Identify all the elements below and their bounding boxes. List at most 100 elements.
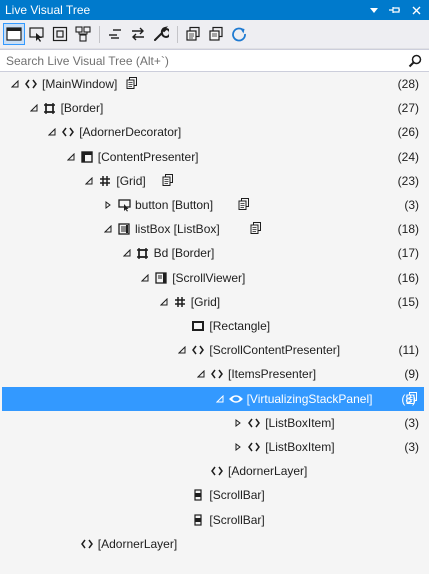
tree-row[interactable]: [Border] (27)	[0, 96, 429, 120]
descendant-count: (3)	[404, 416, 419, 430]
refresh-button[interactable]	[228, 23, 250, 45]
pin-icon[interactable]	[388, 3, 402, 17]
display-layout-adorners-icon	[29, 27, 44, 42]
grid-icon	[173, 295, 187, 309]
preview-selection-button[interactable]	[72, 23, 94, 45]
toggle-hierarchy-button[interactable]	[127, 23, 149, 45]
track-focus-button[interactable]	[49, 23, 71, 45]
tree-row-label: [ScrollBar]	[209, 513, 265, 527]
show-just-my-xaml-icon	[109, 29, 121, 39]
descendant-count: (3)	[404, 440, 419, 454]
show-in-xaml-icon	[186, 26, 200, 41]
expanded-triangle-icon[interactable]	[159, 297, 169, 307]
show-in-xaml-button[interactable]	[182, 23, 204, 45]
tree-row[interactable]: [ListBoxItem] (3)	[0, 411, 429, 435]
go-to-xaml-icon[interactable]	[126, 77, 138, 90]
scrollviewer-icon	[154, 271, 168, 285]
expanded-triangle-icon[interactable]	[103, 224, 113, 234]
expanded-triangle-icon[interactable]	[196, 369, 206, 379]
xaml-element-icon	[210, 464, 224, 478]
tree-row-label: listBox [ListBox]	[135, 222, 220, 236]
descendant-count: (11)	[398, 343, 419, 357]
tree-row[interactable]: [ScrollBar]	[0, 483, 429, 507]
expanded-triangle-icon[interactable]	[140, 273, 150, 283]
tree-row[interactable]: [ListBoxItem] (3)	[0, 435, 429, 459]
search-input[interactable]	[0, 50, 395, 71]
content-presenter-icon	[80, 150, 94, 164]
descendant-count: (18)	[397, 222, 419, 236]
collapsed-triangle-icon[interactable]	[103, 200, 113, 210]
stack-panel-icon	[228, 392, 243, 406]
tree-row[interactable]: button [Button] (3)	[0, 193, 429, 217]
expanded-triangle-icon[interactable]	[47, 127, 57, 137]
display-layout-adorners-button[interactable]	[26, 23, 48, 45]
select-element-button[interactable]	[3, 23, 25, 45]
descendant-count: (9)	[404, 367, 419, 381]
descendant-count: (28)	[397, 77, 419, 91]
descendant-count: (3)	[404, 198, 419, 212]
expanded-triangle-icon[interactable]	[66, 152, 76, 162]
toolbar-separator	[177, 25, 178, 43]
show-properties-button[interactable]	[205, 23, 227, 45]
tree-row-label: [Grid]	[116, 174, 146, 188]
tree-row-label: [Grid]	[190, 295, 221, 309]
tree-row-label: [VirtualizingStackPanel]	[246, 392, 373, 406]
tree-row[interactable]: [ScrollViewer] (16)	[0, 266, 429, 290]
scrollbar-icon	[191, 513, 205, 527]
xaml-element-icon	[191, 343, 205, 357]
tree-row[interactable]: [Rectangle]	[0, 314, 429, 338]
panel-titlebar: Live Visual Tree	[0, 0, 429, 20]
descendant-count: (27)	[397, 101, 419, 115]
tree-row-label: [ContentPresenter]	[97, 150, 199, 164]
tree-row-label: [MainWindow]	[42, 77, 118, 91]
descendant-count: (23)	[397, 174, 419, 188]
settings-wrench-button[interactable]	[150, 23, 172, 45]
expanded-triangle-icon[interactable]	[177, 345, 187, 355]
select-element-icon	[6, 27, 22, 41]
go-to-xaml-icon[interactable]	[162, 174, 174, 187]
go-to-xaml-icon[interactable]	[250, 222, 262, 235]
search-icon[interactable]	[407, 53, 423, 69]
go-to-xaml-icon[interactable]	[238, 198, 250, 211]
settings-wrench-icon	[154, 26, 169, 41]
toolbar	[0, 20, 429, 49]
xaml-element-icon	[24, 77, 38, 91]
tree-row[interactable]: [AdornerLayer]	[0, 459, 429, 483]
show-properties-icon	[209, 26, 223, 41]
dropdown-arrow-icon[interactable]	[367, 3, 381, 17]
tree-row-label: [ScrollViewer]	[172, 271, 246, 285]
tree-row[interactable]: [AdornerDecorator] (26)	[0, 120, 429, 144]
tree-row[interactable]: [ScrollContentPresenter] (11)	[0, 338, 429, 362]
toggle-hierarchy-icon	[132, 27, 144, 41]
tree-row[interactable]: Bd [Border] (17)	[0, 241, 429, 265]
search-bar	[0, 49, 429, 72]
tree-row-label: [ItemsPresenter]	[228, 367, 317, 381]
expanded-triangle-icon[interactable]	[84, 176, 94, 186]
tree-row-label: Bd [Border]	[153, 246, 215, 260]
tree-row[interactable]: listBox [ListBox] (18)	[0, 217, 429, 241]
close-icon[interactable]	[409, 3, 423, 17]
preview-selection-icon	[75, 26, 91, 42]
tree-row[interactable]: [AdornerLayer]	[0, 532, 429, 556]
tree-row-label: [ScrollBar]	[209, 488, 265, 502]
expanded-triangle-icon[interactable]	[10, 79, 20, 89]
tree-row[interactable]: [ScrollBar]	[0, 508, 429, 532]
rectangle-icon	[191, 319, 205, 333]
collapsed-triangle-icon[interactable]	[233, 442, 243, 452]
refresh-icon	[232, 27, 246, 42]
show-just-my-xaml-button[interactable]	[104, 23, 126, 45]
border-icon	[136, 246, 150, 260]
grid-icon	[98, 174, 112, 188]
tree-row[interactable]: [ContentPresenter] (24)	[0, 145, 429, 169]
expanded-triangle-icon[interactable]	[215, 394, 225, 404]
listbox-icon	[117, 222, 131, 236]
tree-row[interactable]: [Grid] (15)	[0, 290, 429, 314]
tree-row[interactable]: [ItemsPresenter] (9)	[0, 362, 429, 386]
expanded-triangle-icon[interactable]	[122, 248, 132, 258]
tree-row-label: [Rectangle]	[209, 319, 271, 333]
expanded-triangle-icon[interactable]	[29, 103, 39, 113]
tree-row[interactable]: [MainWindow] (28)	[0, 72, 429, 96]
collapsed-triangle-icon[interactable]	[233, 418, 243, 428]
tree-row[interactable]: [Grid] (23)	[0, 169, 429, 193]
tree-row[interactable]: [VirtualizingStackPanel] (8)	[2, 387, 424, 411]
